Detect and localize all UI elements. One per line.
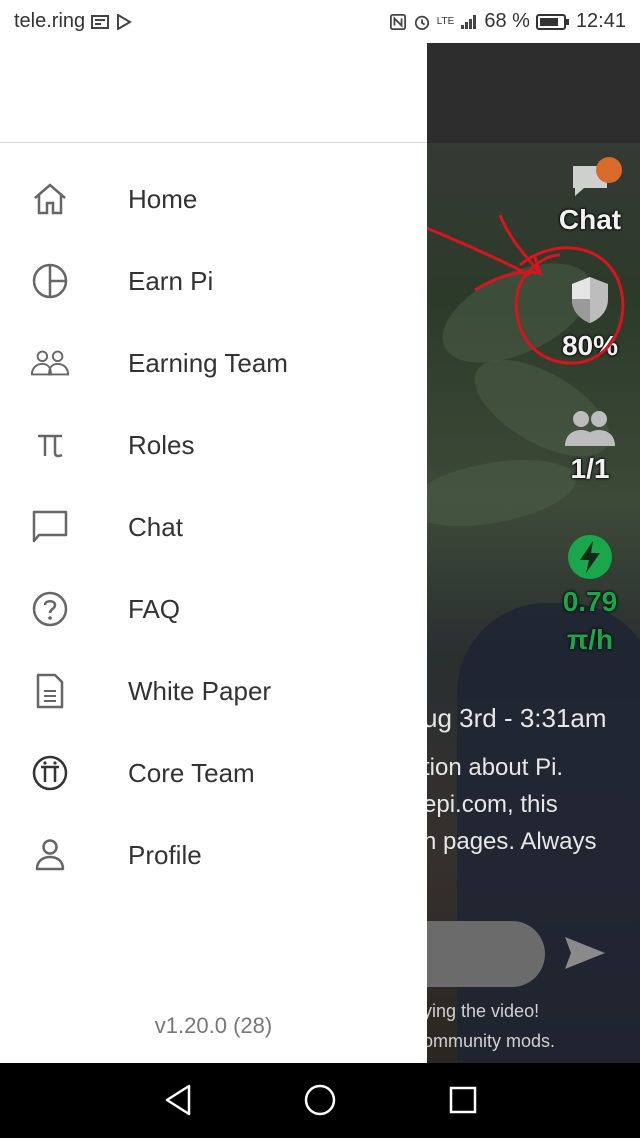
pi-symbol-icon (30, 425, 70, 465)
signal-icon (461, 14, 477, 29)
menu-item-label: FAQ (128, 593, 181, 624)
menu-item-white-paper[interactable]: White Paper (0, 655, 427, 727)
battery-icon (535, 13, 569, 30)
pi-logo-icon (30, 753, 70, 793)
menu-item-profile[interactable]: Profile (0, 819, 427, 891)
play-store-icon (117, 13, 133, 30)
notification-app-icon (91, 14, 110, 29)
menu-item-label: Earning Team (128, 347, 288, 378)
question-icon (30, 589, 70, 629)
document-icon (30, 671, 70, 711)
mining-button[interactable]: 0.79 π/h (542, 533, 638, 656)
menu-item-label: Earn Pi (128, 265, 214, 296)
battery-percent: 68 % (484, 10, 530, 32)
pie-chart-icon (30, 261, 70, 301)
carrier-name: tele.ring (14, 10, 86, 32)
team-icon (30, 343, 70, 383)
person-icon (30, 835, 70, 875)
menu-item-label: Chat (128, 511, 183, 542)
navigation-drawer: Home Earn Pi Earning Team Roles Chat FAQ (0, 43, 427, 1063)
app-version: v1.20.0 (28) (154, 1013, 273, 1038)
menu-item-core-team[interactable]: Core Team (0, 737, 427, 809)
menu-item-earn-pi[interactable]: Earn Pi (0, 245, 427, 317)
menu-item-roles[interactable]: Roles (0, 409, 427, 481)
menu-item-home[interactable]: Home (0, 163, 427, 235)
notification-dot (596, 157, 622, 183)
post-text-line: epi.com, this (427, 791, 558, 818)
chat-icon (30, 507, 70, 547)
menu-item-label: Roles (128, 429, 195, 460)
footer-text-line: ying the video! (427, 1001, 540, 1021)
home-icon (30, 179, 70, 219)
nfc-icon (389, 13, 406, 30)
drawer-header (0, 43, 427, 143)
menu-item-label: White Paper (128, 675, 272, 706)
back-icon[interactable] (163, 1083, 193, 1117)
lightning-icon (568, 535, 612, 579)
clock: 12:41 (575, 10, 626, 32)
menu-item-faq[interactable]: FAQ (0, 573, 427, 645)
menu-item-label: Home (128, 183, 198, 214)
team-button[interactable]: 1/1 (542, 408, 638, 485)
team-value: 1/1 (570, 453, 610, 484)
background-header (427, 43, 640, 143)
menu-item-earning-team[interactable]: Earning Team (0, 327, 427, 399)
post-text-line: tion about Pi. (427, 754, 564, 781)
network-type: LTE (436, 16, 455, 27)
recents-icon[interactable] (448, 1083, 478, 1117)
post-text-line: n pages. Always (427, 828, 597, 855)
status-bar: tele.ring LTE 68 % 12:41 (0, 0, 640, 43)
menu-item-label: Core Team (128, 757, 255, 788)
menu-item-chat[interactable]: Chat (0, 491, 427, 563)
send-icon[interactable] (563, 935, 607, 971)
post-timestamp: ug 3rd - 3:31am (427, 703, 607, 733)
team-people-icon (565, 411, 615, 446)
mining-rate: 0.79 (562, 586, 618, 617)
mining-unit: π/h (566, 624, 614, 655)
alarm-icon (414, 15, 429, 30)
menu-item-label: Profile (128, 839, 202, 870)
chat-message-input[interactable] (427, 921, 545, 987)
footer-text-line: ommunity mods. (427, 1031, 556, 1051)
system-navigation-bar (0, 1063, 640, 1138)
home-nav-icon[interactable] (303, 1083, 337, 1117)
